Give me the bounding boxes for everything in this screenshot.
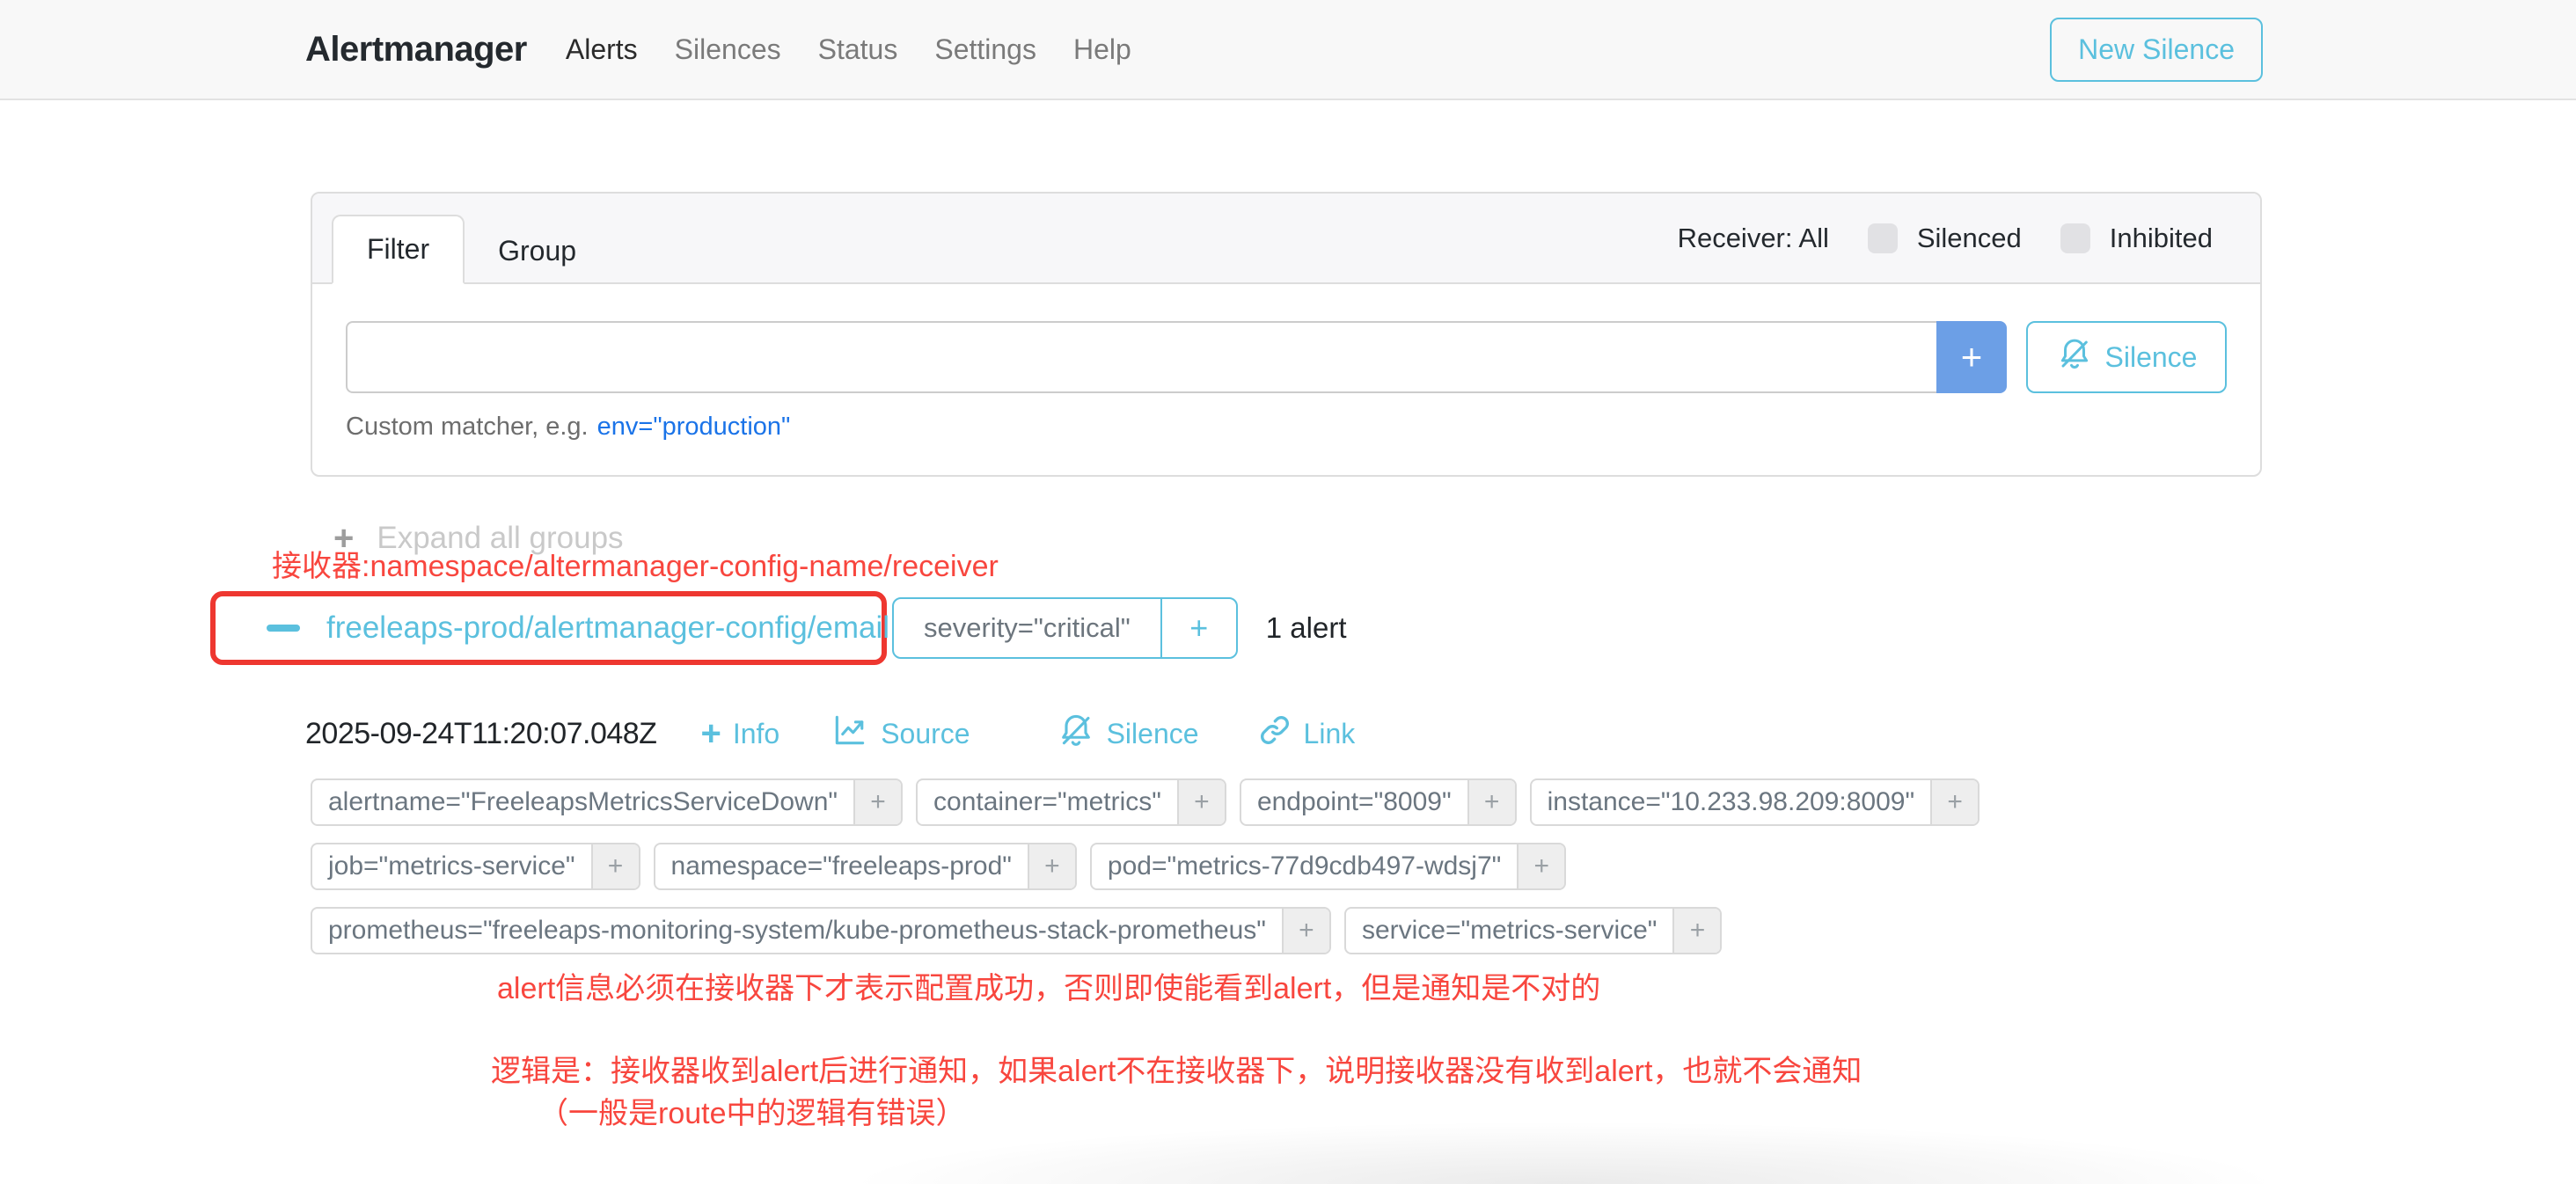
inhibited-label: Inhibited <box>2110 223 2213 254</box>
tab-filter[interactable]: Filter <box>332 215 465 284</box>
alert-group-row: freeleaps-prod/alertmanager-config/email… <box>210 591 1346 665</box>
label-filter-add-button[interactable]: + <box>853 780 901 824</box>
alertmanager-page: Alertmanager Alerts Silences Status Sett… <box>0 0 2576 1184</box>
matcher-input-row: + Silence <box>346 321 2227 393</box>
label-chip-job: job="metrics-service" + <box>311 843 640 890</box>
hint-text: Custom matcher, e.g. <box>346 413 589 441</box>
app-brand[interactable]: Alertmanager <box>305 30 527 69</box>
label-text: container="metrics" <box>918 780 1177 824</box>
label-chip-service: service="metrics-service" + <box>1344 907 1723 954</box>
label-text: pod="metrics-77d9cdb497-wdsj7" <box>1092 844 1517 888</box>
label-chip-container: container="metrics" + <box>916 778 1226 826</box>
alert-timestamp: 2025-09-24T11:20:07.048Z <box>305 717 656 751</box>
label-filter-add-button[interactable]: + <box>1467 780 1515 824</box>
info-action[interactable]: + Info <box>700 716 779 751</box>
bell-slash-icon <box>1057 711 1095 756</box>
tab-group[interactable]: Group <box>465 218 610 284</box>
filter-header-controls: Receiver: All Silenced Inhibited <box>1678 223 2213 254</box>
silenced-label: Silenced <box>1917 223 2022 254</box>
silence-button-label: Silence <box>2105 341 2198 374</box>
alert-header-row: 2025-09-24T11:20:07.048Z + Info Source <box>305 711 1355 756</box>
annotation-logic-note-line2: （一般是route中的逻辑有错误） <box>538 1089 966 1132</box>
nav-item-status[interactable]: Status <box>818 33 898 66</box>
label-chip-namespace: namespace="freeleaps-prod" + <box>654 843 1077 890</box>
label-text: endpoint="8009" <box>1241 780 1467 824</box>
label-chip-alertname: alertname="FreeleapsMetricsServiceDown" … <box>311 778 903 826</box>
label-filter-add-button[interactable]: + <box>1672 909 1720 953</box>
nav-item-alerts[interactable]: Alerts <box>566 33 638 66</box>
link-action[interactable]: Link <box>1257 713 1356 755</box>
label-filter-add-button[interactable]: + <box>591 844 639 888</box>
label-text: service="metrics-service" <box>1346 909 1673 953</box>
silence-action[interactable]: Silence <box>1057 711 1199 756</box>
top-navbar: Alertmanager Alerts Silences Status Sett… <box>0 0 2576 100</box>
group-receiver-link[interactable]: freeleaps-prod/alertmanager-config/email <box>326 610 889 646</box>
silence-from-filter-button[interactable]: Silence <box>2026 321 2227 393</box>
link-action-label: Link <box>1304 718 1356 750</box>
label-filter-add-button[interactable]: + <box>1177 780 1225 824</box>
group-matcher-chip: severity="critical" + <box>892 597 1238 659</box>
filter-card-body: + Silence Custom matcher, e.g. env="produ… <box>312 284 2260 442</box>
filter-tabs: Filter Group <box>332 215 610 284</box>
matcher-input[interactable] <box>346 321 1936 393</box>
inhibited-checkbox-group: Inhibited <box>2060 223 2213 254</box>
filter-card-header: Filter Group Receiver: All Silenced Inhi… <box>312 194 2260 284</box>
matcher-hint: Custom matcher, e.g. env="production" <box>346 413 2227 442</box>
annotation-success-note: alert信息必须在接收器下才表示配置成功，否则即使能看到alert，但是通知是… <box>497 964 1600 1007</box>
alert-count: 1 alert <box>1266 611 1347 645</box>
silenced-checkbox-group: Silenced <box>1868 223 2022 254</box>
add-matcher-button[interactable]: + <box>1936 321 2007 393</box>
annotation-logic-note-line1: 逻辑是：接收器收到alert后进行通知，如果alert不在接收器下，说明接收器没… <box>491 1047 1862 1090</box>
label-filter-add-button[interactable]: + <box>1930 780 1978 824</box>
hint-example-link[interactable]: env="production" <box>597 413 791 441</box>
label-filter-add-button[interactable]: + <box>1517 844 1564 888</box>
label-chip-pod: pod="metrics-77d9cdb497-wdsj7" + <box>1090 843 1566 890</box>
annotation-receiver-note: 接收器:namespace/altermanager-config-name/r… <box>272 542 999 585</box>
collapse-group-icon[interactable] <box>267 625 300 632</box>
nav-item-silences[interactable]: Silences <box>675 33 781 66</box>
receiver-filter-label[interactable]: Receiver: All <box>1678 223 1829 254</box>
group-matcher-label: severity="critical" <box>894 599 1160 657</box>
nav-item-help[interactable]: Help <box>1073 33 1131 66</box>
bell-slash-icon <box>2056 335 2093 379</box>
silence-action-label: Silence <box>1107 718 1199 750</box>
group-matcher-add-button[interactable]: + <box>1160 599 1236 657</box>
plus-icon: + <box>700 716 721 751</box>
silenced-checkbox[interactable] <box>1868 223 1898 253</box>
filter-card: Filter Group Receiver: All Silenced Inhi… <box>311 192 2262 477</box>
label-text: prometheus="freeleaps-monitoring-system/… <box>312 909 1282 953</box>
label-chip-instance: instance="10.233.98.209:8009" + <box>1530 778 1980 826</box>
new-silence-button[interactable]: New Silence <box>2050 18 2263 82</box>
label-filter-add-button[interactable]: + <box>1282 909 1329 953</box>
info-action-label: Info <box>733 718 779 750</box>
line-chart-icon <box>831 711 869 756</box>
label-chip-endpoint: endpoint="8009" + <box>1240 778 1517 826</box>
label-text: alertname="FreeleapsMetricsServiceDown" <box>312 780 853 824</box>
label-text: namespace="freeleaps-prod" <box>655 844 1028 888</box>
label-chip-prometheus: prometheus="freeleaps-monitoring-system/… <box>311 907 1331 954</box>
chain-link-icon <box>1257 713 1292 755</box>
annotation-highlight-box: freeleaps-prod/alertmanager-config/email <box>210 591 887 665</box>
source-action-label: Source <box>881 718 970 750</box>
label-text: instance="10.233.98.209:8009" <box>1532 780 1930 824</box>
source-action[interactable]: Source <box>831 711 970 756</box>
nav-links: Alerts Silences Status Settings Help <box>566 33 1131 66</box>
nav-item-settings[interactable]: Settings <box>934 33 1036 66</box>
label-text: job="metrics-service" <box>312 844 591 888</box>
inhibited-checkbox[interactable] <box>2060 223 2090 253</box>
label-filter-add-button[interactable]: + <box>1028 844 1075 888</box>
alert-labels: alertname="FreeleapsMetricsServiceDown" … <box>311 778 2272 954</box>
